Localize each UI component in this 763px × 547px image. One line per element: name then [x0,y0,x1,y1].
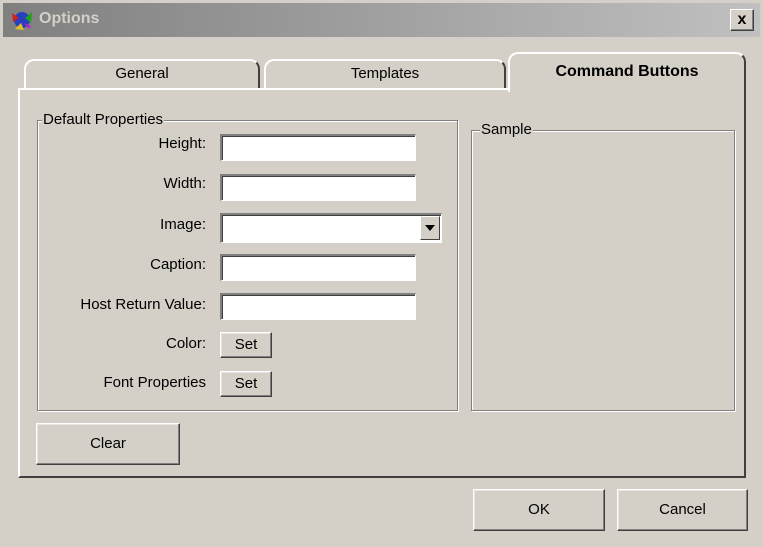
options-dialog: Options x General Templates Command Butt… [0,0,763,547]
app-icon [12,12,32,30]
sample-legend: Sample [480,121,533,138]
font-properties-label: Font Properties [103,374,206,391]
ok-button[interactable]: OK [473,489,605,531]
tab-templates-label: Templates [350,65,420,82]
host-return-value-input[interactable] [220,293,416,320]
font-set-button[interactable]: Set [220,371,272,397]
clear-button-label: Clear [90,435,126,452]
default-properties-legend: Default Properties [42,111,165,128]
cancel-button-label: Cancel [659,501,706,518]
color-label: Color: [165,335,206,352]
close-button[interactable]: x [730,9,754,31]
host-return-value-label: Host Return Value: [80,296,206,313]
title-bar[interactable]: Options x [3,3,760,37]
cancel-button[interactable]: Cancel [617,489,748,531]
caption-input[interactable] [220,254,416,281]
ok-button-label: OK [528,501,550,518]
image-label: Image: [160,216,206,233]
height-input[interactable] [220,134,416,161]
width-label: Width: [163,175,206,192]
tab-command-buttons-label: Command Buttons [555,63,699,80]
font-set-button-label: Set [234,375,258,392]
clear-button[interactable]: Clear [36,423,180,465]
chevron-down-icon[interactable] [420,216,440,240]
tab-general[interactable]: General [24,59,260,89]
close-icon: x [737,11,747,28]
tab-strip: General Templates Command Buttons [18,52,746,92]
tab-general-label: General [115,65,169,82]
color-set-button-label: Set [234,336,258,353]
image-select[interactable] [220,213,442,243]
caption-label: Caption: [150,256,206,273]
window-title: Options [39,10,100,27]
height-label: Height: [158,135,206,152]
width-input[interactable] [220,174,416,201]
tab-command-buttons[interactable]: Command Buttons [508,52,746,92]
color-set-button[interactable]: Set [220,332,272,358]
tab-templates[interactable]: Templates [264,59,506,89]
sample-group: Sample [471,121,735,411]
